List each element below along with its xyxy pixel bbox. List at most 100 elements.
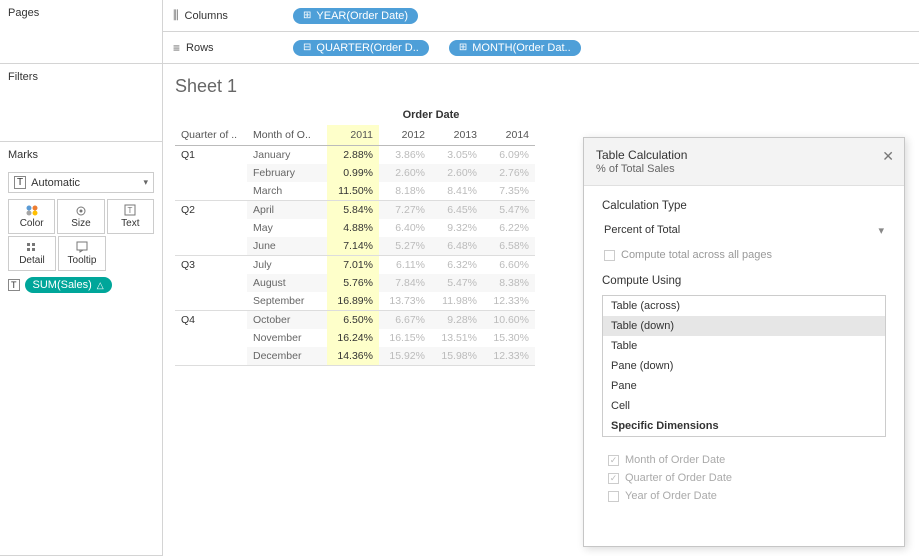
compute-option[interactable]: Table (down) — [603, 316, 885, 336]
value-cell[interactable]: 13.73% — [379, 292, 431, 311]
month-cell[interactable]: February — [247, 164, 327, 182]
text-button[interactable]: T Text — [107, 199, 154, 234]
month-cell[interactable]: October — [247, 311, 327, 330]
rows-shelf[interactable]: ≡ Rows ⊟ QUARTER(Order D.. ⊞ MONTH(Order… — [163, 32, 919, 64]
compute-option[interactable]: Cell — [603, 396, 885, 416]
compute-option[interactable]: Pane — [603, 376, 885, 396]
tooltip-button[interactable]: Tooltip — [58, 236, 106, 271]
calc-type-select[interactable]: Percent of Total ▾ — [602, 220, 886, 241]
quarter-cell[interactable]: Q2 — [175, 201, 247, 256]
value-cell[interactable]: 5.27% — [379, 237, 431, 256]
month-cell[interactable]: March — [247, 182, 327, 201]
value-cell[interactable]: 12.33% — [483, 292, 535, 311]
dimension-item[interactable]: Year of Order Date — [602, 487, 886, 505]
compute-option[interactable]: Table — [603, 336, 885, 356]
marks-type-value: Automatic — [31, 177, 80, 189]
rows-pill-quarter[interactable]: ⊟ QUARTER(Order D.. — [293, 40, 429, 56]
columns-pill-year[interactable]: ⊞ YEAR(Order Date) — [293, 8, 418, 24]
value-cell[interactable]: 16.24% — [327, 329, 379, 347]
plus-icon: ⊞ — [303, 10, 311, 21]
rows-pill-month[interactable]: ⊞ MONTH(Order Dat.. — [449, 40, 581, 56]
value-cell[interactable]: 2.76% — [483, 164, 535, 182]
value-cell[interactable]: 6.58% — [483, 237, 535, 256]
value-cell[interactable]: 6.32% — [431, 256, 483, 275]
value-cell[interactable]: 5.47% — [431, 274, 483, 292]
value-cell[interactable]: 3.05% — [431, 146, 483, 165]
value-cell[interactable]: 15.98% — [431, 347, 483, 366]
size-button[interactable]: Size — [57, 199, 104, 234]
value-cell[interactable]: 12.33% — [483, 347, 535, 366]
value-cell[interactable]: 7.27% — [379, 201, 431, 220]
quarter-cell[interactable]: Q3 — [175, 256, 247, 311]
col-header[interactable]: Month of O.. — [247, 125, 327, 146]
month-cell[interactable]: December — [247, 347, 327, 366]
value-cell[interactable]: 6.50% — [327, 311, 379, 330]
month-cell[interactable]: November — [247, 329, 327, 347]
value-cell[interactable]: 6.40% — [379, 219, 431, 237]
value-cell[interactable]: 2.60% — [431, 164, 483, 182]
month-cell[interactable]: September — [247, 292, 327, 311]
close-icon[interactable]: ✕ — [882, 148, 894, 165]
value-cell[interactable]: 6.45% — [431, 201, 483, 220]
value-cell[interactable]: 11.98% — [431, 292, 483, 311]
value-cell[interactable]: 3.86% — [379, 146, 431, 165]
col-header[interactable]: 2011 — [327, 125, 379, 146]
detail-button[interactable]: Detail — [8, 236, 56, 271]
compute-option[interactable]: Pane (down) — [603, 356, 885, 376]
value-cell[interactable]: 15.30% — [483, 329, 535, 347]
value-cell[interactable]: 14.36% — [327, 347, 379, 366]
columns-shelf[interactable]: ⫼ Columns ⊞ YEAR(Order Date) — [163, 0, 919, 32]
value-cell[interactable]: 6.60% — [483, 256, 535, 275]
compute-option[interactable]: Table (across) — [603, 296, 885, 316]
value-cell[interactable]: 10.60% — [483, 311, 535, 330]
value-cell[interactable]: 7.35% — [483, 182, 535, 201]
value-cell[interactable]: 15.92% — [379, 347, 431, 366]
quarter-cell[interactable]: Q1 — [175, 146, 247, 201]
value-cell[interactable]: 7.84% — [379, 274, 431, 292]
value-cell[interactable]: 2.88% — [327, 146, 379, 165]
value-cell[interactable]: 6.67% — [379, 311, 431, 330]
col-header[interactable]: 2014 — [483, 125, 535, 146]
compute-total-checkbox[interactable]: Compute total across all pages — [602, 249, 886, 261]
value-cell[interactable]: 16.15% — [379, 329, 431, 347]
col-header[interactable]: 2012 — [379, 125, 431, 146]
col-header[interactable]: 2013 — [431, 125, 483, 146]
value-cell[interactable]: 6.11% — [379, 256, 431, 275]
value-cell[interactable]: 16.89% — [327, 292, 379, 311]
value-cell[interactable]: 5.76% — [327, 274, 379, 292]
dimension-item[interactable]: ✓Quarter of Order Date — [602, 469, 886, 487]
value-cell[interactable]: 8.18% — [379, 182, 431, 201]
value-cell[interactable]: 6.48% — [431, 237, 483, 256]
value-cell[interactable]: 7.01% — [327, 256, 379, 275]
value-cell[interactable]: 5.84% — [327, 201, 379, 220]
month-cell[interactable]: July — [247, 256, 327, 275]
value-cell[interactable]: 13.51% — [431, 329, 483, 347]
color-button[interactable]: Color — [8, 199, 55, 234]
value-cell[interactable]: 9.32% — [431, 219, 483, 237]
month-cell[interactable]: April — [247, 201, 327, 220]
value-cell[interactable]: 11.50% — [327, 182, 379, 201]
sheet-title[interactable]: Sheet 1 — [175, 76, 907, 97]
marks-type-dropdown[interactable]: T Automatic ▾ — [8, 172, 154, 193]
value-cell[interactable]: 8.38% — [483, 274, 535, 292]
compute-option[interactable]: Specific Dimensions — [603, 416, 885, 436]
dimension-item[interactable]: ✓Month of Order Date — [602, 451, 886, 469]
checkbox-icon — [604, 250, 615, 261]
value-cell[interactable]: 7.14% — [327, 237, 379, 256]
col-header[interactable]: Quarter of .. — [175, 125, 247, 146]
month-cell[interactable]: August — [247, 274, 327, 292]
value-cell[interactable]: 6.09% — [483, 146, 535, 165]
value-cell[interactable]: 2.60% — [379, 164, 431, 182]
value-cell[interactable]: 9.28% — [431, 311, 483, 330]
value-cell[interactable]: 6.22% — [483, 219, 535, 237]
month-cell[interactable]: June — [247, 237, 327, 256]
measure-pill[interactable]: SUM(Sales) △ — [25, 277, 112, 293]
compute-using-list: Table (across)Table (down)TablePane (dow… — [602, 295, 886, 437]
value-cell[interactable]: 5.47% — [483, 201, 535, 220]
month-cell[interactable]: May — [247, 219, 327, 237]
quarter-cell[interactable]: Q4 — [175, 311, 247, 366]
value-cell[interactable]: 4.88% — [327, 219, 379, 237]
month-cell[interactable]: January — [247, 146, 327, 165]
value-cell[interactable]: 8.41% — [431, 182, 483, 201]
value-cell[interactable]: 0.99% — [327, 164, 379, 182]
